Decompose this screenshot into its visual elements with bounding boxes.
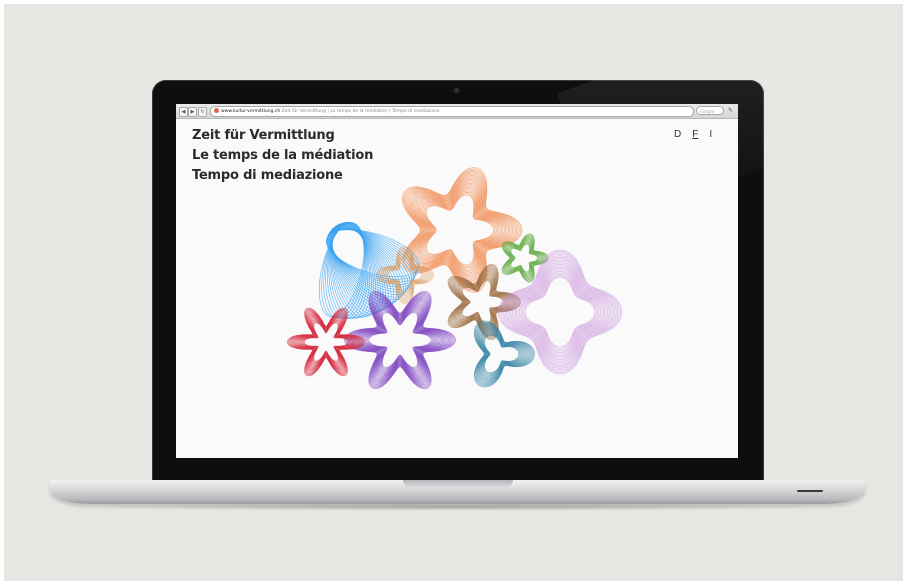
laptop-shadow (80, 503, 835, 511)
lang-it-link[interactable]: I (709, 129, 712, 140)
lang-fr-link[interactable]: F (692, 129, 698, 140)
lid-opening-notch (403, 480, 513, 487)
webcam (454, 88, 459, 93)
sleep-indicator-light (797, 490, 823, 492)
title-line-it: Tempo di mediazione (192, 168, 343, 183)
site-title: Zeit für Vermittlung Le temps de la médi… (192, 126, 373, 186)
laptop-base (50, 480, 865, 504)
title-line-fr: Le temps de la médiation (192, 148, 374, 163)
lang-de-link[interactable]: D (674, 129, 681, 140)
title-line-de: Zeit für Vermittlung (192, 128, 335, 143)
language-switcher: DFI (674, 129, 723, 140)
laptop-screen: ◀ ▶ ↻ www.kultur-vermittlung.ch Zeit für… (176, 104, 738, 458)
